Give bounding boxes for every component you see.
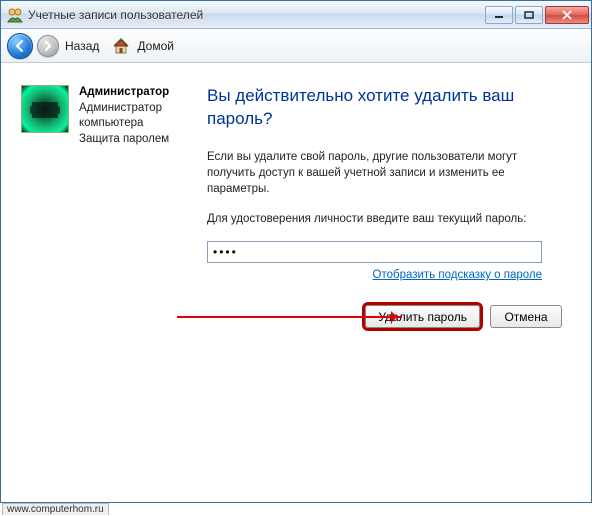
close-button[interactable] bbox=[545, 6, 589, 24]
app-icon bbox=[7, 7, 23, 23]
forward-button[interactable] bbox=[37, 35, 59, 57]
content-area: Администратор Администратор компьютера З… bbox=[1, 63, 591, 502]
home-label: Домой bbox=[137, 39, 174, 53]
window-controls bbox=[483, 6, 589, 24]
home-icon[interactable] bbox=[111, 36, 131, 56]
window-frame: Учетные записи пользователей Назад bbox=[0, 0, 592, 503]
nav-toolbar: Назад Домой bbox=[1, 29, 591, 63]
prompt-text: Для удостоверения личности введите ваш т… bbox=[207, 211, 537, 227]
account-panel: Администратор Администратор компьютера З… bbox=[21, 85, 191, 492]
action-row: Удалить пароль Отмена bbox=[207, 305, 562, 328]
account-status: Защита паролем bbox=[79, 132, 191, 148]
cancel-button[interactable]: Отмена bbox=[490, 305, 562, 328]
password-input[interactable] bbox=[207, 241, 542, 263]
account-name: Администратор bbox=[79, 85, 191, 101]
avatar bbox=[21, 85, 69, 133]
back-button[interactable] bbox=[7, 33, 33, 59]
maximize-button[interactable] bbox=[515, 6, 543, 24]
annotation-arrow bbox=[177, 316, 402, 318]
page-heading: Вы действительно хотите удалить ваш паро… bbox=[207, 85, 571, 131]
minimize-button[interactable] bbox=[485, 6, 513, 24]
warning-text: Если вы удалите свой пароль, другие поль… bbox=[207, 149, 537, 197]
back-label: Назад bbox=[65, 39, 99, 53]
arrow-right-icon bbox=[42, 40, 54, 52]
show-hint-link[interactable]: Отобразить подсказку о пароле bbox=[207, 269, 542, 281]
arrow-left-icon bbox=[13, 39, 27, 53]
main-panel: Вы действительно хотите удалить ваш паро… bbox=[191, 85, 571, 492]
account-info: Администратор Администратор компьютера З… bbox=[79, 85, 191, 492]
watermark: www.computerhom.ru bbox=[2, 503, 109, 515]
titlebar: Учетные записи пользователей bbox=[1, 1, 591, 29]
account-role: Администратор компьютера bbox=[79, 101, 191, 132]
window-title: Учетные записи пользователей bbox=[28, 8, 483, 22]
